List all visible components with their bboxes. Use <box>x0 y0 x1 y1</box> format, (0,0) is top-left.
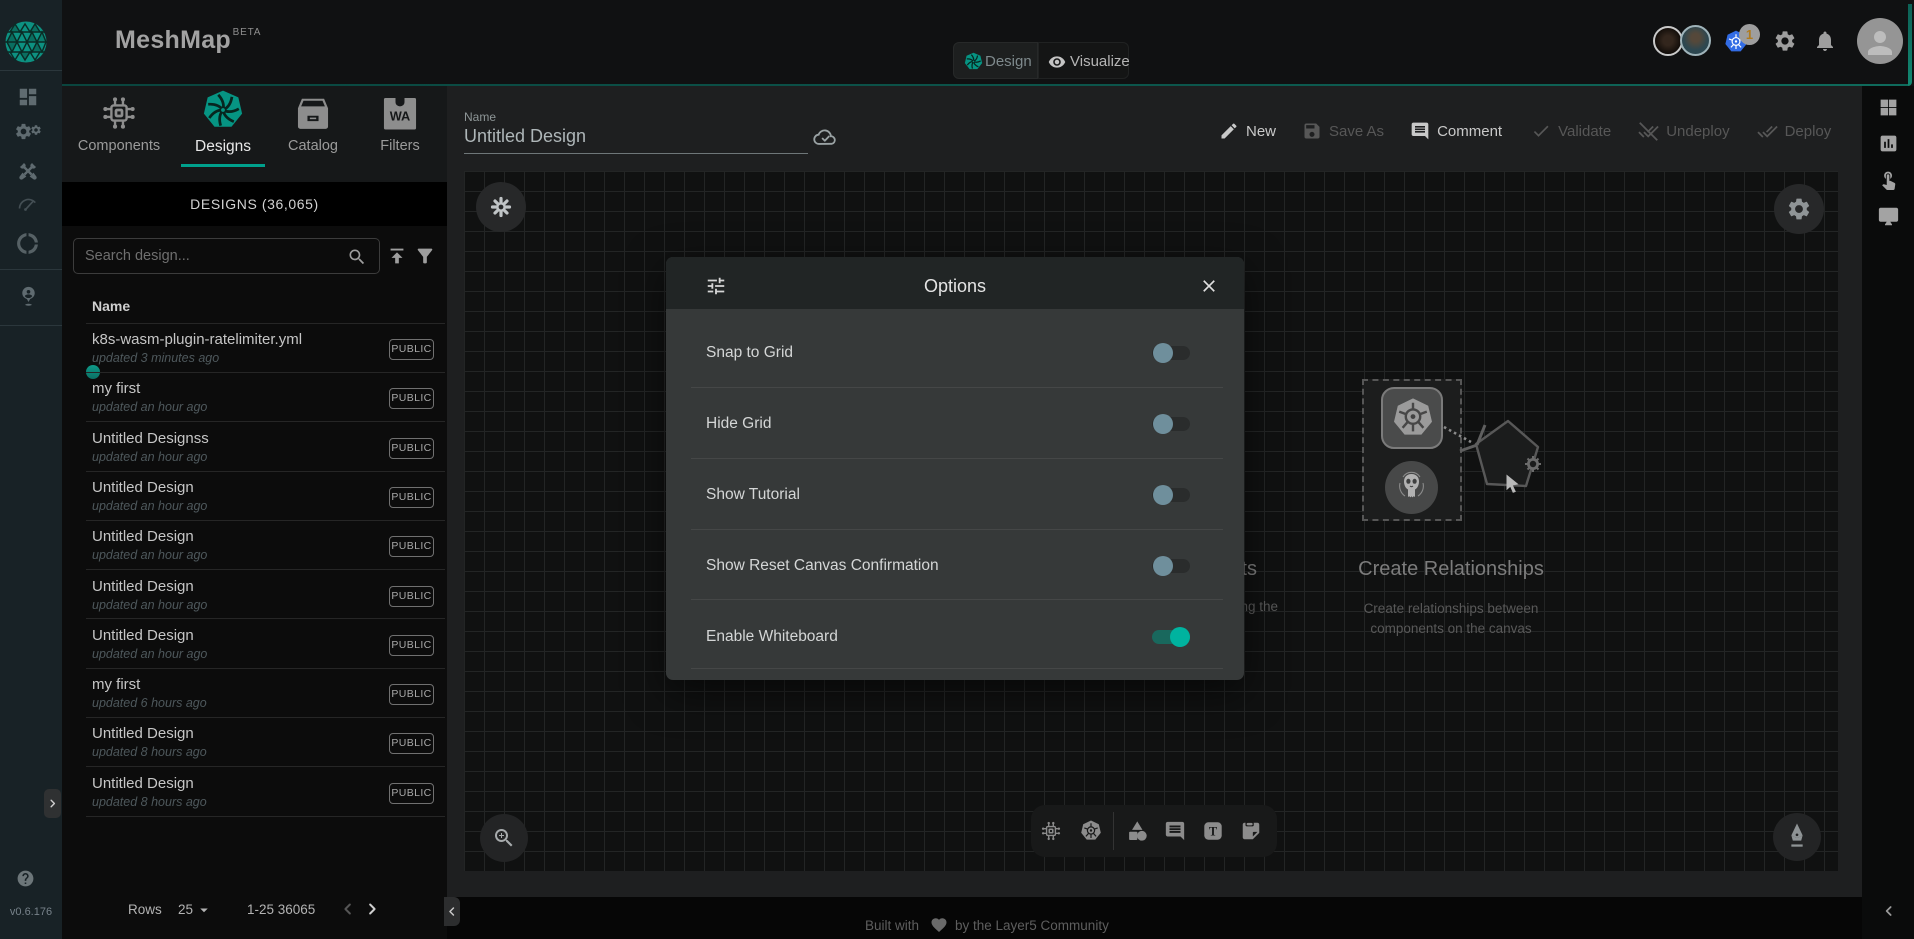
svg-text:T: T <box>1209 825 1218 839</box>
svg-text:WA: WA <box>390 109 411 124</box>
